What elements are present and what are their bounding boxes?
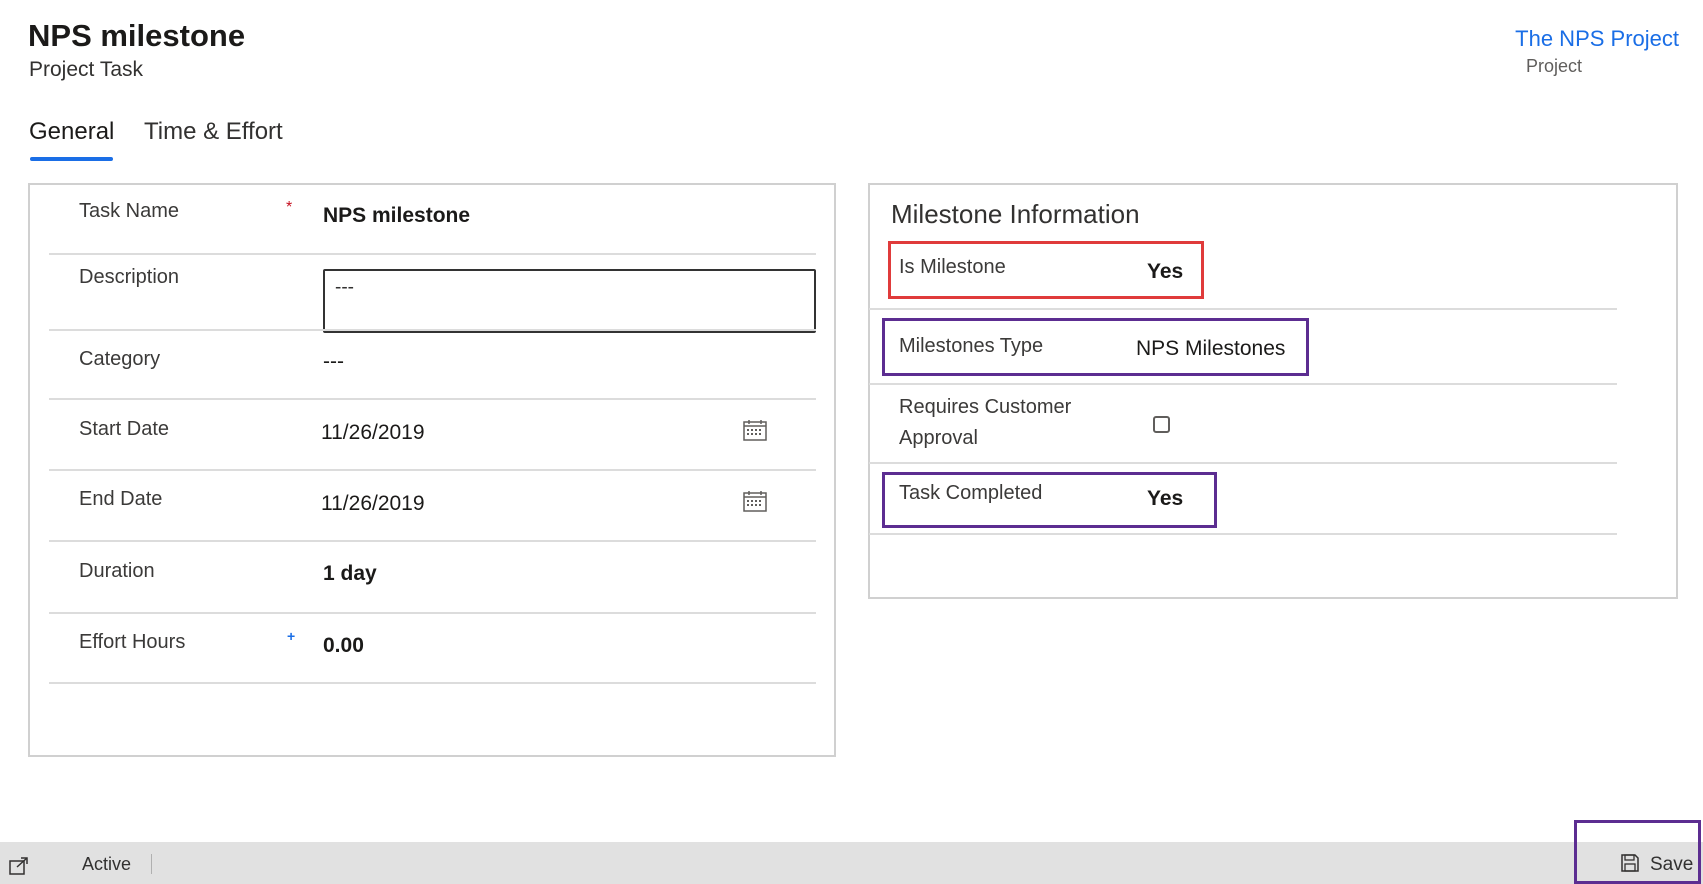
is-milestone-label: Is Milestone bbox=[899, 256, 1006, 278]
row-divider bbox=[49, 612, 816, 614]
row-divider bbox=[869, 533, 1617, 535]
tab-general[interactable]: General bbox=[29, 118, 114, 146]
entity-type-label: Project Task bbox=[29, 58, 143, 81]
row-divider bbox=[49, 540, 816, 542]
required-marker: * bbox=[286, 199, 293, 216]
row-divider bbox=[49, 469, 816, 471]
start-date-field[interactable]: 11/26/2019 bbox=[321, 421, 425, 445]
effort-hours-field[interactable]: 0.00 bbox=[323, 634, 364, 658]
row-divider bbox=[49, 682, 816, 684]
page-title: NPS milestone bbox=[28, 18, 246, 53]
tab-time-effort[interactable]: Time & Effort bbox=[144, 118, 283, 146]
floppy-disk-icon[interactable] bbox=[1620, 853, 1640, 878]
requires-customer-approval-checkbox[interactable] bbox=[1153, 416, 1170, 433]
project-label: Project bbox=[1526, 56, 1583, 76]
row-divider bbox=[869, 308, 1617, 310]
duration-label: Duration bbox=[79, 560, 155, 582]
effort-hours-label: Effort Hours bbox=[79, 631, 186, 653]
category-label: Category bbox=[79, 348, 161, 370]
requires-customer-approval-label-line2: Approval bbox=[899, 427, 978, 449]
row-divider bbox=[869, 462, 1617, 464]
status-bar bbox=[0, 842, 1703, 884]
is-milestone-field[interactable]: Yes bbox=[1147, 260, 1183, 284]
open-in-window-icon[interactable] bbox=[9, 857, 29, 880]
task-name-label: Task Name bbox=[79, 200, 180, 222]
calendar-icon[interactable] bbox=[743, 419, 767, 446]
category-field[interactable]: --- bbox=[323, 350, 344, 374]
task-name-field[interactable]: NPS milestone bbox=[323, 204, 470, 228]
row-divider bbox=[49, 253, 816, 255]
requires-customer-approval-label: Requires Customer bbox=[899, 396, 1072, 418]
task-completed-label: Task Completed bbox=[899, 482, 1043, 504]
row-divider bbox=[49, 329, 816, 331]
task-completed-field[interactable]: Yes bbox=[1147, 487, 1183, 511]
duration-field[interactable]: 1 day bbox=[323, 562, 377, 586]
calendar-icon[interactable] bbox=[743, 490, 767, 517]
project-link[interactable]: The NPS Project bbox=[1515, 26, 1679, 52]
description-label: Description bbox=[79, 266, 180, 288]
milestones-type-field[interactable]: NPS Milestones bbox=[1136, 337, 1285, 361]
save-button[interactable]: Save bbox=[1650, 854, 1693, 876]
section-title: Milestone Information bbox=[891, 199, 1140, 229]
start-date-label: Start Date bbox=[79, 418, 170, 440]
description-field[interactable]: --- bbox=[323, 269, 816, 333]
recommended-marker: + bbox=[287, 628, 296, 644]
record-status: Active bbox=[82, 854, 132, 874]
end-date-label: End Date bbox=[79, 488, 163, 510]
milestones-type-label: Milestones Type bbox=[899, 335, 1044, 357]
end-date-field[interactable]: 11/26/2019 bbox=[321, 492, 425, 516]
row-divider bbox=[869, 383, 1617, 385]
status-separator bbox=[151, 854, 152, 874]
row-divider bbox=[49, 398, 816, 400]
tab-selected-indicator bbox=[30, 157, 113, 161]
